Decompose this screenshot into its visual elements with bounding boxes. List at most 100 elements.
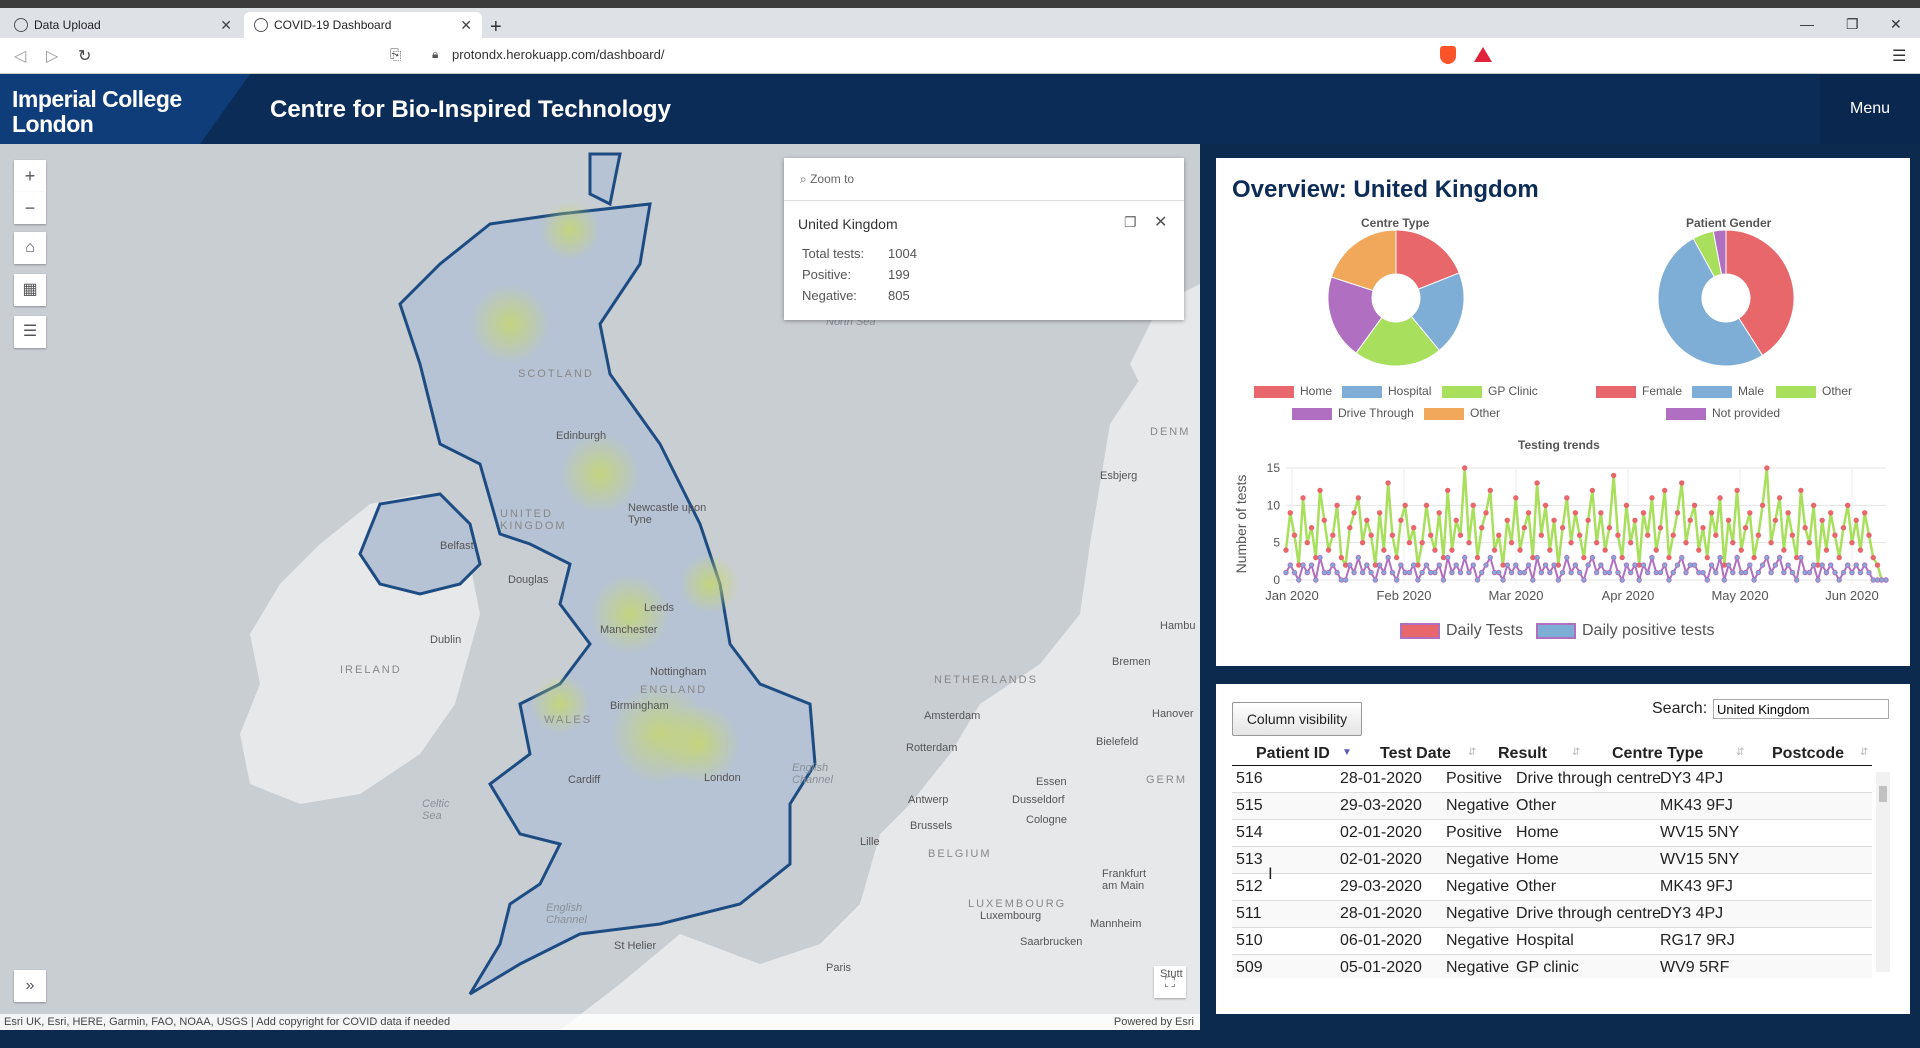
popup-label-total: Total tests: — [802, 246, 865, 261]
basemap-gallery-button[interactable]: ▦ — [14, 274, 46, 306]
header-test-date[interactable]: Test Date — [1380, 745, 1451, 763]
data-point — [1679, 554, 1685, 561]
data-point — [1491, 569, 1498, 576]
table-row[interactable]: 516 28-01-2020 Positive Drive through centr… — [1232, 766, 1872, 793]
table-scrollbar-thumb[interactable] — [1879, 786, 1887, 802]
data-point — [1734, 487, 1740, 494]
zoom-to-action[interactable]: ⌕ Zoom to — [800, 172, 854, 187]
table-row[interactable]: 509 05-01-2020 Negative GP clinic WV9 5RF — [1232, 955, 1872, 978]
patients-table-panel: Column visibility Search: Patient ID ▼ T… — [1216, 684, 1910, 1014]
data-point — [1581, 554, 1587, 561]
x-tick-label: Jan 2020 — [1265, 588, 1319, 603]
legend-home[interactable]: Home — [1254, 384, 1332, 398]
legend-label: Daily Tests — [1446, 622, 1524, 639]
data-point — [1406, 569, 1413, 576]
map-label-mannheim: Mannheim — [1090, 918, 1142, 930]
table-cell: 509 — [1236, 959, 1263, 976]
header-postcode[interactable]: Postcode — [1772, 745, 1844, 763]
brave-rewards-icon[interactable] — [1474, 47, 1492, 62]
legend-male[interactable]: Male — [1692, 384, 1764, 398]
zoom-in-button[interactable]: + — [14, 160, 46, 192]
x-tick-label: Feb 2020 — [1377, 588, 1432, 603]
map-label-saarbrucken: Saarbrucken — [1020, 936, 1083, 948]
restore-icon[interactable]: ❐ — [1846, 16, 1859, 33]
data-point — [1593, 569, 1600, 576]
sort-icon[interactable]: ⇵ — [1860, 747, 1868, 758]
layer-list-button[interactable]: ☰ — [14, 316, 46, 348]
data-point — [1559, 525, 1566, 531]
data-point — [1708, 510, 1715, 516]
table-row[interactable]: 514 02-01-2020 Positive Home WV15 5NY — [1232, 820, 1872, 847]
close-tab-icon[interactable]: ✕ — [460, 12, 472, 38]
legend-drive-through[interactable]: Drive Through — [1292, 406, 1414, 420]
back-icon[interactable]: ◁ — [14, 46, 26, 66]
dock-icon[interactable]: ❐ — [1124, 214, 1137, 231]
data-point — [1483, 562, 1489, 568]
close-icon[interactable]: ✕ — [1154, 212, 1167, 232]
map-view[interactable]: + − ⌂ ▦ ☰ » ⛶ SCOTLAND Edinburgh UNITED … — [0, 144, 1200, 1030]
data-point — [1449, 547, 1455, 553]
testing-trends-chart[interactable]: 0 5 10 15 Jan 2020 Feb 2020 Mar 2020 Apr 2020 Ma… — [1226, 448, 1906, 608]
table-row[interactable]: 513 02-01-2020 Negative Home WV15 5NY — [1232, 847, 1872, 874]
close-tab-icon[interactable]: ✕ — [220, 12, 232, 38]
reload-icon[interactable]: ↻ — [78, 46, 91, 66]
column-visibility-button[interactable]: Column visibility — [1232, 702, 1362, 736]
centre-type-pie[interactable] — [1326, 228, 1466, 368]
legend-other[interactable]: Other — [1424, 406, 1500, 420]
popup-title: United Kingdom — [798, 216, 898, 232]
bookmark-icon[interactable]: ⎘ — [390, 46, 401, 63]
sort-icon[interactable]: ⇵ — [1572, 747, 1580, 758]
header-result[interactable]: Result — [1498, 745, 1547, 763]
new-tab-icon[interactable]: + — [490, 16, 502, 39]
sort-desc-icon[interactable]: ▼ — [1342, 747, 1352, 758]
table-cell: 06-01-2020 — [1340, 932, 1422, 949]
legend-not-provided[interactable]: Not provided — [1666, 406, 1780, 420]
data-point — [1542, 562, 1549, 568]
table-scrollbar[interactable] — [1876, 772, 1890, 972]
menu-button[interactable]: Menu — [1820, 74, 1920, 144]
table-row[interactable]: 511 28-01-2020 Negative Drive through centr… — [1232, 901, 1872, 928]
legend-female[interactable]: Female — [1596, 384, 1682, 398]
powered-by-esri[interactable]: Powered by Esri — [1114, 1014, 1194, 1030]
minimize-icon[interactable]: — — [1800, 16, 1814, 32]
data-point — [1857, 569, 1864, 576]
data-point — [1291, 569, 1298, 576]
home-button[interactable]: ⌂ — [14, 232, 46, 264]
map-label-denmark: DENM — [1150, 426, 1191, 438]
data-point — [1649, 495, 1655, 501]
header-centre-type[interactable]: Centre Type — [1612, 745, 1703, 763]
data-point — [1474, 577, 1481, 583]
data-point — [1534, 554, 1540, 561]
legend-hospital[interactable]: Hospital — [1342, 384, 1431, 398]
data-point — [1776, 495, 1783, 501]
legend-daily-tests[interactable]: Daily Tests — [1400, 622, 1523, 640]
data-point — [1462, 465, 1468, 471]
close-window-icon[interactable]: ✕ — [1890, 16, 1902, 33]
sort-icon[interactable]: ⇵ — [1468, 747, 1476, 758]
table-row[interactable]: 510 06-01-2020 Negative Hospital RG17 9RJ — [1232, 928, 1872, 955]
header-patient-id[interactable]: Patient ID — [1256, 745, 1330, 763]
data-point — [1657, 569, 1664, 576]
browser-menu-icon[interactable]: ☰ — [1892, 46, 1906, 66]
legend-other-gender[interactable]: Other — [1776, 384, 1852, 398]
expand-panel-button[interactable]: » — [14, 970, 46, 1002]
data-point — [1602, 547, 1608, 553]
legend-daily-positive[interactable]: Daily positive tests — [1536, 622, 1715, 640]
zoom-out-button[interactable]: − — [14, 192, 46, 224]
patient-gender-pie[interactable] — [1656, 228, 1796, 368]
url-field[interactable]: protondx.herokuapp.com/dashboard/ — [452, 47, 664, 62]
brave-shield-icon[interactable] — [1440, 46, 1456, 64]
table-row[interactable]: 512 29-03-2020 Negative Other MK43 9FJ — [1232, 874, 1872, 901]
lock-icon: 🔒︎ — [432, 47, 439, 61]
sort-icon[interactable]: ⇵ — [1736, 747, 1744, 758]
table-row[interactable]: 515 29-03-2020 Negative Other MK43 9FJ — [1232, 793, 1872, 820]
data-point — [1866, 532, 1872, 538]
table-cell: Negative — [1446, 797, 1510, 814]
data-point — [1789, 569, 1796, 576]
search-input[interactable] — [1713, 699, 1889, 719]
tab-data-upload[interactable]: Data Upload ✕ — [4, 12, 242, 38]
forward-icon[interactable]: ▷ — [46, 46, 58, 66]
tab-covid-dashboard[interactable]: COVID-19 Dashboard ✕ — [244, 12, 482, 38]
data-point — [1364, 517, 1370, 523]
legend-gp-clinic[interactable]: GP Clinic — [1442, 384, 1538, 398]
